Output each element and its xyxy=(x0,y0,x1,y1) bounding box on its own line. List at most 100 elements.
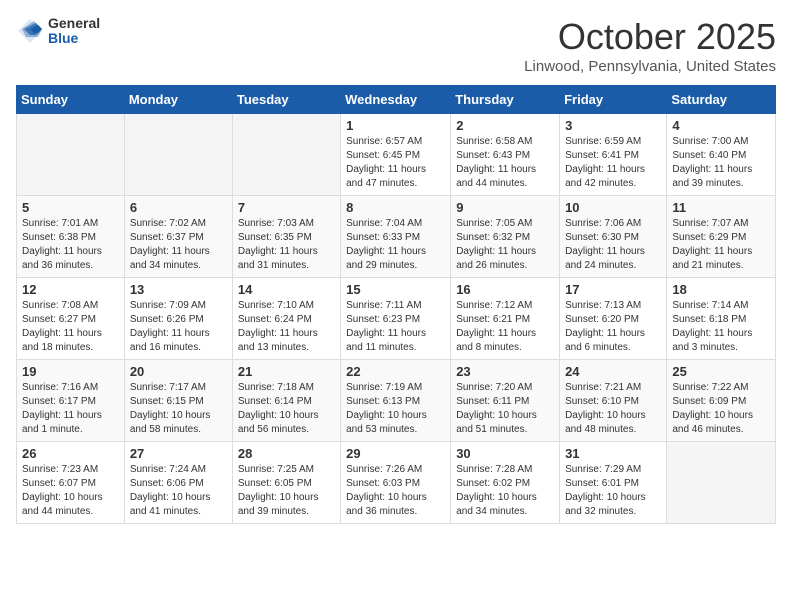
calendar-cell: 8 Sunrise: 7:04 AMSunset: 6:33 PMDaylight… xyxy=(341,196,451,278)
day-number: 4 xyxy=(672,118,770,133)
logo-icon xyxy=(16,17,44,45)
day-number: 11 xyxy=(672,200,770,215)
day-number: 1 xyxy=(346,118,445,133)
header-monday: Monday xyxy=(124,86,232,114)
day-info: Sunrise: 7:12 AMSunset: 6:21 PMDaylight:… xyxy=(456,299,554,355)
day-number: 14 xyxy=(238,282,335,297)
calendar-cell: 7Sunrise: 7:03 AMSunset: 6:35 PMDaylight… xyxy=(232,196,340,278)
day-info: Sunrise: 7:08 AMSunset: 6:27 PMDaylight:… xyxy=(22,299,119,355)
day-number: 18 xyxy=(672,282,770,297)
day-info: Sunrise: 7:10 AMSunset: 6:24 PMDaylight:… xyxy=(238,299,335,355)
calendar-cell: 12 Sunrise: 7:08 AMSunset: 6:27 PMDayligh… xyxy=(17,278,125,360)
day-number: 3 xyxy=(565,118,661,133)
calendar-cell: 1 Sunrise: 6:57 AMSunset: 6:45 PMDaylight… xyxy=(341,114,451,196)
day-number: 12 xyxy=(22,282,119,297)
day-number: 15 xyxy=(346,282,445,297)
location: Linwood, Pennsylvania, United States xyxy=(524,58,776,75)
week-row-5: 26 Sunrise: 7:23 AMSunset: 6:07 PMDayligh… xyxy=(17,442,776,524)
day-info: Sunrise: 7:04 AMSunset: 6:33 PMDaylight:… xyxy=(346,217,445,273)
day-info: Sunrise: 7:00 AMSunset: 6:40 PMDaylight:… xyxy=(672,135,770,191)
header-thursday: Thursday xyxy=(451,86,560,114)
day-info: Sunrise: 6:59 AMSunset: 6:41 PMDaylight:… xyxy=(565,135,661,191)
day-number: 8 xyxy=(346,200,445,215)
header-sunday: Sunday xyxy=(17,86,125,114)
calendar-cell: 14 Sunrise: 7:10 AMSunset: 6:24 PMDayligh… xyxy=(232,278,340,360)
calendar-cell: 31 Sunrise: 7:29 AMSunset: 6:01 PMDayligh… xyxy=(560,442,667,524)
day-info: Sunrise: 7:26 AMSunset: 6:03 PMDaylight:… xyxy=(346,463,445,519)
day-info: Sunrise: 7:24 AMSunset: 6:06 PMDaylight:… xyxy=(130,463,227,519)
week-row-1: 1 Sunrise: 6:57 AMSunset: 6:45 PMDaylight… xyxy=(17,114,776,196)
calendar-cell: 6Sunrise: 7:02 AMSunset: 6:37 PMDaylight… xyxy=(124,196,232,278)
day-number: 17 xyxy=(565,282,661,297)
day-number: 30 xyxy=(456,446,554,461)
calendar-cell: 28 Sunrise: 7:25 AMSunset: 6:05 PMDayligh… xyxy=(232,442,340,524)
logo: General Blue xyxy=(16,16,100,47)
day-number: 5 xyxy=(22,200,119,215)
day-info: Sunrise: 7:18 AMSunset: 6:14 PMDaylight:… xyxy=(238,381,335,437)
calendar-cell: 17 Sunrise: 7:13 AMSunset: 6:20 PMDayligh… xyxy=(560,278,667,360)
day-number: 2 xyxy=(456,118,554,133)
day-number: 16 xyxy=(456,282,554,297)
day-number: 23 xyxy=(456,364,554,379)
calendar-cell: 2 Sunrise: 6:58 AMSunset: 6:43 PMDaylight… xyxy=(451,114,560,196)
header-friday: Friday xyxy=(560,86,667,114)
header-wednesday: Wednesday xyxy=(341,86,451,114)
day-number: 25 xyxy=(672,364,770,379)
calendar-cell: 16 Sunrise: 7:12 AMSunset: 6:21 PMDayligh… xyxy=(451,278,560,360)
logo-blue-text: Blue xyxy=(48,31,100,46)
calendar-cell: 27 Sunrise: 7:24 AMSunset: 6:06 PMDayligh… xyxy=(124,442,232,524)
calendar-cell xyxy=(124,114,232,196)
day-info: Sunrise: 7:05 AMSunset: 6:32 PMDaylight:… xyxy=(456,217,554,273)
calendar-cell: 29Sunrise: 7:26 AMSunset: 6:03 PMDayligh… xyxy=(341,442,451,524)
calendar-cell: 3 Sunrise: 6:59 AMSunset: 6:41 PMDaylight… xyxy=(560,114,667,196)
header-saturday: Saturday xyxy=(667,86,776,114)
day-number: 26 xyxy=(22,446,119,461)
calendar-cell: 5Sunrise: 7:01 AMSunset: 6:38 PMDaylight… xyxy=(17,196,125,278)
header-tuesday: Tuesday xyxy=(232,86,340,114)
day-info: Sunrise: 7:29 AMSunset: 6:01 PMDaylight:… xyxy=(565,463,661,519)
week-row-2: 5Sunrise: 7:01 AMSunset: 6:38 PMDaylight… xyxy=(17,196,776,278)
logo-text: General Blue xyxy=(48,16,100,47)
day-info: Sunrise: 7:03 AMSunset: 6:35 PMDaylight:… xyxy=(238,217,335,273)
day-info: Sunrise: 7:19 AMSunset: 6:13 PMDaylight:… xyxy=(346,381,445,437)
day-info: Sunrise: 7:14 AMSunset: 6:18 PMDaylight:… xyxy=(672,299,770,355)
week-row-3: 12 Sunrise: 7:08 AMSunset: 6:27 PMDayligh… xyxy=(17,278,776,360)
calendar-cell: 9 Sunrise: 7:05 AMSunset: 6:32 PMDaylight… xyxy=(451,196,560,278)
day-info: Sunrise: 6:57 AMSunset: 6:45 PMDaylight:… xyxy=(346,135,445,191)
day-number: 31 xyxy=(565,446,661,461)
calendar-cell: 22 Sunrise: 7:19 AMSunset: 6:13 PMDayligh… xyxy=(341,360,451,442)
calendar-cell xyxy=(232,114,340,196)
day-number: 24 xyxy=(565,364,661,379)
day-info: Sunrise: 7:09 AMSunset: 6:26 PMDaylight:… xyxy=(130,299,227,355)
day-info: Sunrise: 7:11 AMSunset: 6:23 PMDaylight:… xyxy=(346,299,445,355)
calendar-cell: 21Sunrise: 7:18 AMSunset: 6:14 PMDayligh… xyxy=(232,360,340,442)
day-number: 6 xyxy=(130,200,227,215)
day-info: Sunrise: 7:06 AMSunset: 6:30 PMDaylight:… xyxy=(565,217,661,273)
day-number: 22 xyxy=(346,364,445,379)
day-number: 10 xyxy=(565,200,661,215)
day-number: 27 xyxy=(130,446,227,461)
day-number: 19 xyxy=(22,364,119,379)
day-info: Sunrise: 7:13 AMSunset: 6:20 PMDaylight:… xyxy=(565,299,661,355)
day-info: Sunrise: 6:58 AMSunset: 6:43 PMDaylight:… xyxy=(456,135,554,191)
page-header: General Blue October 2025 Linwood, Penns… xyxy=(16,16,776,75)
month-title: October 2025 xyxy=(524,16,776,58)
day-info: Sunrise: 7:07 AMSunset: 6:29 PMDaylight:… xyxy=(672,217,770,273)
day-info: Sunrise: 7:22 AMSunset: 6:09 PMDaylight:… xyxy=(672,381,770,437)
day-info: Sunrise: 7:23 AMSunset: 6:07 PMDaylight:… xyxy=(22,463,119,519)
calendar-cell: 24 Sunrise: 7:21 AMSunset: 6:10 PMDayligh… xyxy=(560,360,667,442)
day-info: Sunrise: 7:25 AMSunset: 6:05 PMDaylight:… xyxy=(238,463,335,519)
calendar-cell: 26 Sunrise: 7:23 AMSunset: 6:07 PMDayligh… xyxy=(17,442,125,524)
calendar-cell: 11 Sunrise: 7:07 AMSunset: 6:29 PMDayligh… xyxy=(667,196,776,278)
day-number: 20 xyxy=(130,364,227,379)
day-info: Sunrise: 7:21 AMSunset: 6:10 PMDaylight:… xyxy=(565,381,661,437)
calendar-cell: 13 Sunrise: 7:09 AMSunset: 6:26 PMDayligh… xyxy=(124,278,232,360)
calendar-cell: 19Sunrise: 7:16 AMSunset: 6:17 PMDayligh… xyxy=(17,360,125,442)
calendar-cell: 23Sunrise: 7:20 AMSunset: 6:11 PMDayligh… xyxy=(451,360,560,442)
calendar-cell: 25 Sunrise: 7:22 AMSunset: 6:09 PMDayligh… xyxy=(667,360,776,442)
day-number: 13 xyxy=(130,282,227,297)
day-number: 9 xyxy=(456,200,554,215)
calendar-cell xyxy=(17,114,125,196)
logo-general-text: General xyxy=(48,16,100,31)
day-number: 28 xyxy=(238,446,335,461)
